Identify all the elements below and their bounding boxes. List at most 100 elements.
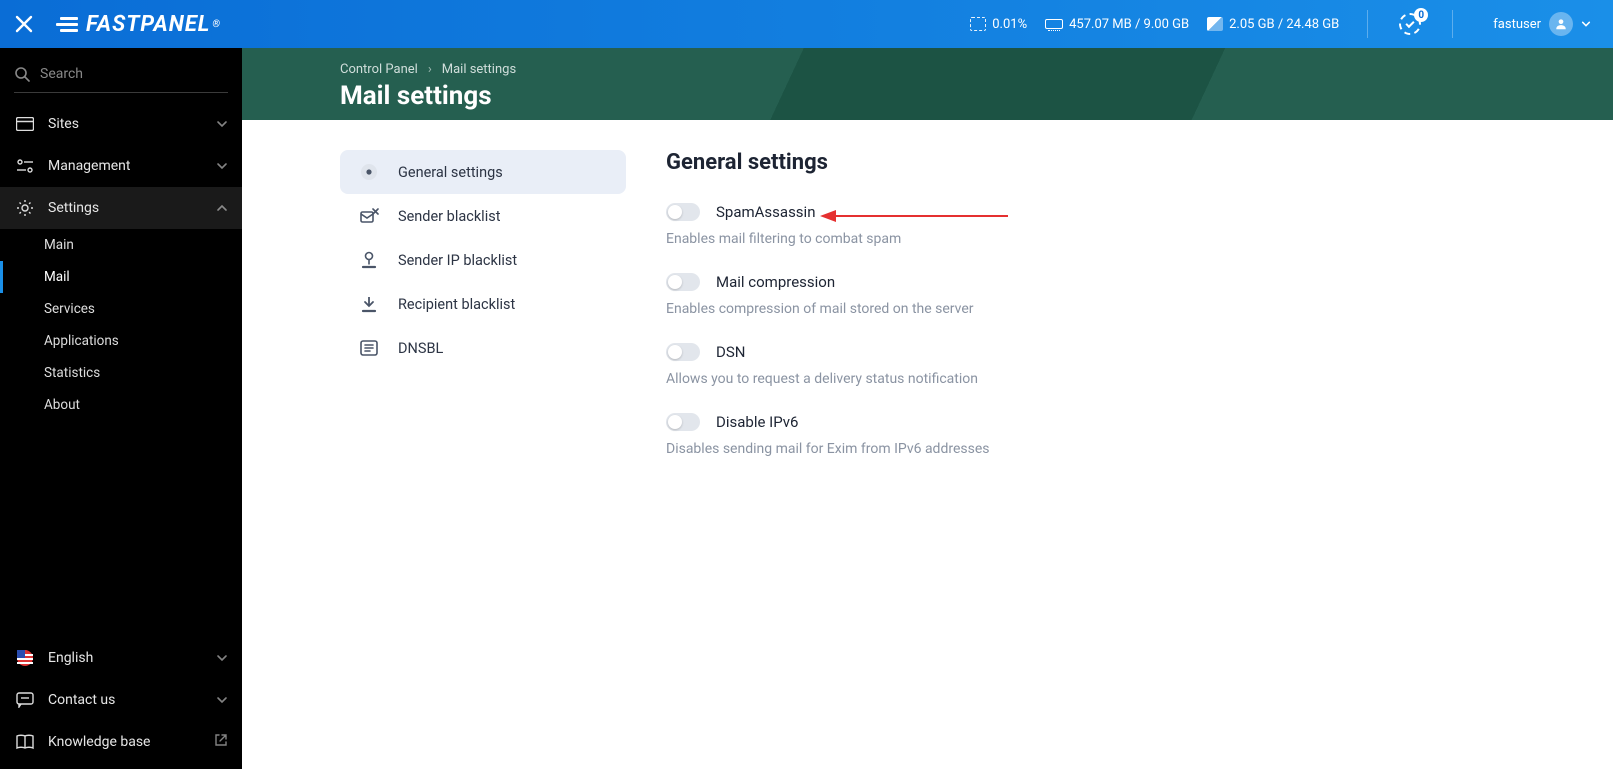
toggle-mail-compression[interactable] xyxy=(666,273,700,291)
tab-dnsbl[interactable]: DNSBL xyxy=(340,326,626,370)
sites-icon xyxy=(14,115,36,133)
user-menu[interactable]: fastuser xyxy=(1481,12,1603,36)
gear-dot-icon xyxy=(358,161,380,183)
contact-us[interactable]: Contact us xyxy=(0,679,242,721)
setting-spamassassin: SpamAssassin Enables mail filtering to c… xyxy=(666,203,1386,247)
subnav-label: Main xyxy=(44,237,74,253)
setting-label: DSN xyxy=(716,343,745,361)
toggle-spamassassin[interactable] xyxy=(666,203,700,221)
setting-desc: Allows you to request a delivery status … xyxy=(666,371,1386,387)
tab-general-settings[interactable]: General settings xyxy=(340,150,626,194)
cpu-stat[interactable]: 0.01% xyxy=(970,17,1027,32)
subnav-applications[interactable]: Applications xyxy=(0,325,242,357)
kb-label: Knowledge base xyxy=(48,734,214,750)
notif-badge: 0 xyxy=(1414,8,1428,22)
setting-desc: Enables compression of mail stored on th… xyxy=(666,301,1386,317)
tab-label: DNSBL xyxy=(398,340,443,357)
chat-icon xyxy=(14,691,36,709)
disk-value: 2.05 GB / 24.48 GB xyxy=(1229,17,1339,32)
sidebar: Sites Management Settings Main Mail Serv… xyxy=(0,48,242,769)
tab-recipient-blacklist[interactable]: Recipient blacklist xyxy=(340,282,626,326)
nav-sites[interactable]: Sites xyxy=(0,103,242,145)
subnav-services[interactable]: Services xyxy=(0,293,242,325)
gear-icon xyxy=(14,199,36,217)
page-header: Control Panel › Mail settings Mail setti… xyxy=(242,48,1613,120)
setting-desc: Enables mail filtering to combat spam xyxy=(666,231,1386,247)
search-input[interactable] xyxy=(40,66,228,82)
logo-reg: ® xyxy=(212,19,221,30)
tab-label: Sender blacklist xyxy=(398,208,500,225)
search-icon xyxy=(14,66,30,82)
divider xyxy=(1452,10,1453,38)
avatar xyxy=(1549,12,1573,36)
book-icon xyxy=(14,733,36,751)
settings-tabs: General settings Sender blacklist Sender… xyxy=(340,150,626,769)
ram-icon xyxy=(1045,19,1063,29)
setting-dsn: DSN Allows you to request a delivery sta… xyxy=(666,343,1386,387)
disk-stat[interactable]: 2.05 GB / 24.48 GB xyxy=(1207,17,1339,32)
general-settings-pane: General settings SpamAssassin Enables ma… xyxy=(666,150,1446,769)
subnav-statistics[interactable]: Statistics xyxy=(0,357,242,389)
subnav-mail[interactable]: Mail xyxy=(0,261,242,293)
ip-blacklist-icon xyxy=(358,249,380,271)
chevron-down-icon xyxy=(216,652,228,664)
setting-disable-ipv6: Disable IPv6 Disables sending mail for E… xyxy=(666,413,1386,457)
knowledge-base[interactable]: Knowledge base xyxy=(0,721,242,763)
nav: Sites Management Settings Main Mail Serv… xyxy=(0,103,242,421)
management-icon xyxy=(14,157,36,175)
page-title: Mail settings xyxy=(340,81,1613,111)
subnav-label: About xyxy=(44,397,80,413)
cpu-icon xyxy=(970,17,986,31)
ram-stat[interactable]: 457.07 MB / 9.00 GB xyxy=(1045,17,1189,32)
nav-settings[interactable]: Settings xyxy=(0,187,242,229)
breadcrumb-current: Mail settings xyxy=(442,62,516,77)
subnav-about[interactable]: About xyxy=(0,389,242,421)
content: General settings Sender blacklist Sender… xyxy=(242,120,1613,769)
lang-label: English xyxy=(48,650,216,666)
setting-label: Disable IPv6 xyxy=(716,413,799,431)
setting-desc: Disables sending mail for Exim from IPv6… xyxy=(666,441,1386,457)
user-icon xyxy=(1554,17,1568,31)
logo-text: FASTPANEL xyxy=(86,12,210,37)
subnav-label: Applications xyxy=(44,333,119,349)
recipient-blacklist-icon xyxy=(358,293,380,315)
cpu-value: 0.01% xyxy=(992,17,1027,32)
setting-label: Mail compression xyxy=(716,273,835,291)
tab-sender-blacklist[interactable]: Sender blacklist xyxy=(340,194,626,238)
subnav-main[interactable]: Main xyxy=(0,229,242,261)
chevron-down-icon xyxy=(1581,19,1591,29)
tab-sender-ip-blacklist[interactable]: Sender IP blacklist xyxy=(340,238,626,282)
breadcrumb: Control Panel › Mail settings xyxy=(340,62,1613,77)
pane-title: General settings xyxy=(666,150,1386,175)
close-icon xyxy=(15,15,33,33)
nav-management[interactable]: Management xyxy=(0,145,242,187)
subnav-label: Mail xyxy=(44,269,70,285)
username: fastuser xyxy=(1493,17,1541,32)
disk-icon xyxy=(1207,17,1223,31)
toggle-dsn[interactable] xyxy=(666,343,700,361)
nav-settings-sub: Main Mail Services Applications Statisti… xyxy=(0,229,242,421)
ram-value: 457.07 MB / 9.00 GB xyxy=(1069,17,1189,32)
toggle-disable-ipv6[interactable] xyxy=(666,413,700,431)
subnav-label: Statistics xyxy=(44,365,100,381)
chevron-right-icon: › xyxy=(428,62,432,77)
notifications-button[interactable]: 0 xyxy=(1396,10,1424,38)
tab-label: Sender IP blacklist xyxy=(398,252,517,269)
dnsbl-icon xyxy=(358,337,380,359)
divider xyxy=(1367,10,1368,38)
contact-label: Contact us xyxy=(48,692,216,708)
chevron-down-icon xyxy=(216,160,228,172)
logo[interactable]: FASTPANEL® xyxy=(56,12,221,37)
close-button[interactable] xyxy=(0,0,48,48)
sender-blacklist-icon xyxy=(358,205,380,227)
setting-mail-compression: Mail compression Enables compression of … xyxy=(666,273,1386,317)
search-box[interactable] xyxy=(14,62,228,93)
tab-label: Recipient blacklist xyxy=(398,296,515,313)
nav-label: Management xyxy=(48,158,216,174)
subnav-label: Services xyxy=(44,301,95,317)
topbar-stats: 0.01% 457.07 MB / 9.00 GB 2.05 GB / 24.4… xyxy=(970,10,1613,38)
lang-switcher[interactable]: English xyxy=(0,637,242,679)
breadcrumb-root[interactable]: Control Panel xyxy=(340,62,418,77)
topbar: FASTPANEL® 0.01% 457.07 MB / 9.00 GB 2.0… xyxy=(0,0,1613,48)
nav-label: Sites xyxy=(48,116,216,132)
